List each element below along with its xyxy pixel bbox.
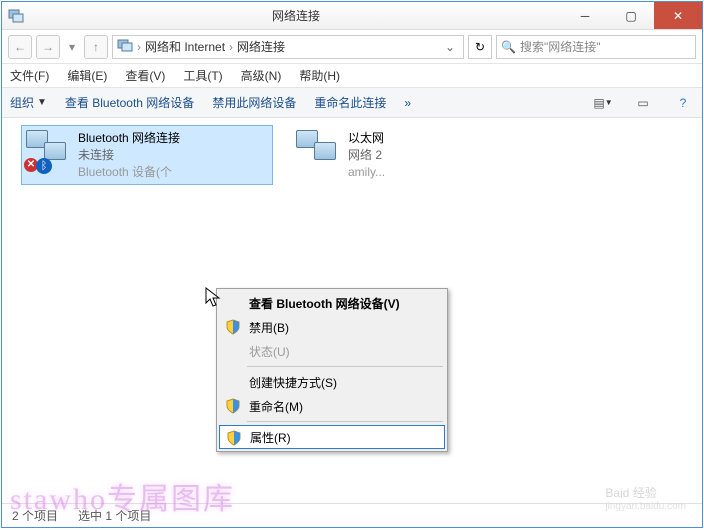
connection-status: 未连接 (78, 147, 180, 164)
menubar: 文件(F) 编辑(E) 查看(V) 工具(T) 高级(N) 帮助(H) (2, 64, 702, 88)
search-icon: 🔍 (501, 40, 516, 54)
more-button[interactable]: » (404, 96, 411, 110)
preview-pane-button[interactable]: ▭ (632, 93, 654, 113)
navbar: ← → ▾ ↑ › 网络和 Internet › 网络连接 ⌄ ↻ 🔍 搜索"网… (2, 30, 702, 64)
history-dropdown[interactable]: ▾ (64, 35, 80, 59)
search-placeholder: 搜索"网络连接" (520, 38, 601, 55)
connection-item-ethernet[interactable]: 以太网 网络 2 amily... (292, 126, 542, 184)
help-button[interactable]: ? (672, 93, 694, 113)
folder-icon (117, 37, 133, 56)
ctx-status: 状态(U) (219, 339, 445, 363)
maximize-button[interactable]: ▢ (608, 2, 654, 29)
connection-device: Bluetooth 设备(个 (78, 164, 180, 181)
menu-advanced[interactable]: 高级(N) (241, 67, 282, 84)
connection-item-bluetooth[interactable]: ✕ ᛒ Bluetooth 网络连接 未连接 Bluetooth 设备(个 (22, 126, 272, 184)
connection-device: amily... (348, 164, 385, 181)
network-icon (296, 130, 340, 170)
chevron-right-icon[interactable]: › (137, 40, 141, 54)
menu-help[interactable]: 帮助(H) (299, 67, 340, 84)
shield-icon (225, 319, 241, 335)
menu-tools[interactable]: 工具(T) (183, 67, 222, 84)
address-dropdown[interactable]: ⌄ (441, 40, 459, 54)
search-input[interactable]: 🔍 搜索"网络连接" (496, 35, 696, 59)
forward-button[interactable]: → (36, 35, 60, 59)
window-title: 网络连接 (30, 7, 562, 24)
titlebar: 网络连接 ─ ▢ ✕ (2, 2, 702, 30)
chevron-right-icon[interactable]: › (229, 40, 233, 54)
refresh-button[interactable]: ↻ (468, 35, 492, 59)
shield-icon (226, 430, 242, 446)
close-button[interactable]: ✕ (654, 2, 702, 29)
back-button[interactable]: ← (8, 35, 32, 59)
toolbar: 组织 ▼ 查看 Bluetooth 网络设备 禁用此网络设备 重命名此连接 » … (2, 88, 702, 118)
ctx-view-bluetooth[interactable]: 查看 Bluetooth 网络设备(V) (219, 291, 445, 315)
bluetooth-icon: ᛒ (36, 158, 52, 174)
ctx-properties[interactable]: 属性(R) (219, 425, 445, 449)
menu-edit[interactable]: 编辑(E) (67, 67, 107, 84)
shield-icon (225, 398, 241, 414)
connection-name: Bluetooth 网络连接 (78, 130, 180, 147)
separator (247, 421, 443, 422)
view-bluetooth-button[interactable]: 查看 Bluetooth 网络设备 (65, 94, 194, 111)
watermark-baidu: Baid 经验 jingyan.baidu.com (605, 484, 686, 512)
ctx-rename[interactable]: 重命名(M) (219, 394, 445, 418)
breadcrumb[interactable]: 网络和 Internet (145, 38, 225, 55)
app-icon (8, 8, 24, 24)
watermark: stawho专属图库 (10, 474, 235, 518)
organize-button[interactable]: 组织 ▼ (10, 94, 47, 111)
connection-status: 网络 2 (348, 147, 385, 164)
content-area[interactable]: ✕ ᛒ Bluetooth 网络连接 未连接 Bluetooth 设备(个 以太… (2, 118, 702, 503)
address-bar[interactable]: › 网络和 Internet › 网络连接 ⌄ (112, 35, 464, 59)
breadcrumb[interactable]: 网络连接 (237, 38, 285, 55)
context-menu: 查看 Bluetooth 网络设备(V) 禁用(B) 状态(U) 创建快捷方式(… (216, 288, 448, 452)
separator (247, 366, 443, 367)
up-button[interactable]: ↑ (84, 35, 108, 59)
view-options-button[interactable]: ▤▼ (592, 93, 614, 113)
disable-device-button[interactable]: 禁用此网络设备 (212, 94, 296, 111)
menu-file[interactable]: 文件(F) (10, 67, 49, 84)
menu-view[interactable]: 查看(V) (125, 67, 165, 84)
connection-name: 以太网 (348, 130, 385, 147)
network-icon: ✕ ᛒ (26, 130, 70, 170)
ctx-create-shortcut[interactable]: 创建快捷方式(S) (219, 370, 445, 394)
rename-connection-button[interactable]: 重命名此连接 (314, 94, 386, 111)
ctx-disable[interactable]: 禁用(B) (219, 315, 445, 339)
minimize-button[interactable]: ─ (562, 2, 608, 29)
